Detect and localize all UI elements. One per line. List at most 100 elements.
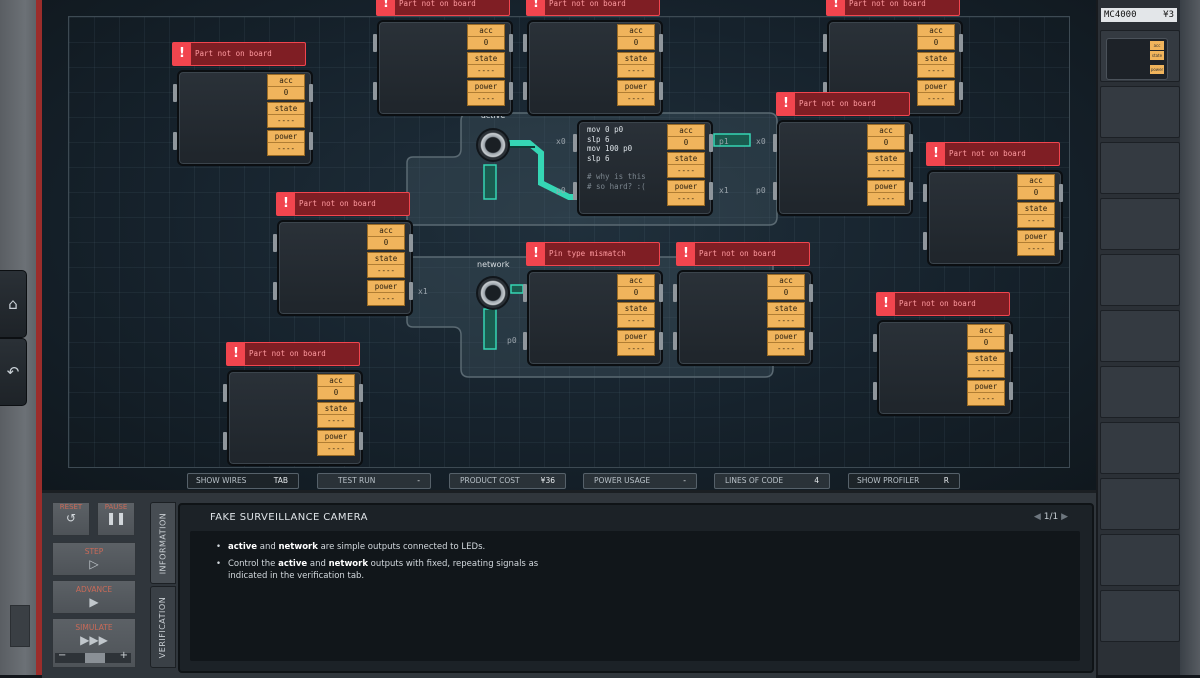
- next-page-icon[interactable]: ▶: [1058, 512, 1068, 522]
- show-profiler-label: SHOW PROFILER: [857, 476, 920, 485]
- mc4000-chip[interactable]: acc 0 state ---- power ----: [923, 170, 1063, 266]
- register-power-value: ----: [1026, 244, 1046, 253]
- parts-slot[interactable]: [1100, 590, 1180, 642]
- pin-label-x0: x0: [556, 137, 566, 146]
- back-button[interactable]: ↶: [0, 338, 27, 406]
- pause-label: PAUSE: [104, 503, 128, 511]
- product-cost-label: PRODUCT COST: [460, 476, 520, 485]
- mc4000-chip[interactable]: acc 0 state ---- power ----: [773, 120, 913, 216]
- parts-slot[interactable]: [1100, 142, 1180, 194]
- parts-slot[interactable]: [1100, 366, 1180, 418]
- mc4000-chip[interactable]: acc 0 state ---- power ----: [873, 320, 1013, 416]
- speed-minus[interactable]: −: [58, 650, 66, 661]
- error-icon: !: [527, 243, 545, 265]
- chip-pin: [823, 34, 827, 52]
- register-acc: acc 0: [467, 24, 505, 50]
- register-state: state ----: [617, 52, 655, 78]
- chip-pin: [359, 432, 363, 450]
- error-tooltip: ! Part not on board: [826, 0, 960, 16]
- mc4000-chip[interactable]: acc 0 state ---- power ----: [523, 20, 663, 116]
- register-state-value: ----: [476, 66, 496, 75]
- program-code[interactable]: mov 0 p0 slp 6 mov 100 p0 slp 6 # why is thi…: [587, 125, 646, 191]
- power-usage-value: -: [683, 476, 686, 485]
- mc4000-chip[interactable]: acc 0 state ---- power ----: [673, 270, 813, 366]
- pin-label-p0-network: p0: [507, 336, 517, 345]
- prev-page-icon[interactable]: ◀: [1034, 512, 1044, 522]
- register-state-label: state: [668, 153, 704, 165]
- chip-pin: [1059, 232, 1063, 250]
- advance-button[interactable]: ADVANCE ▶: [52, 580, 136, 614]
- parts-slot[interactable]: [1100, 478, 1180, 530]
- tab-verification[interactable]: VERIFICATION: [150, 586, 176, 668]
- mini-reg-power: power: [1150, 65, 1164, 74]
- chip-pin: [909, 134, 913, 152]
- register-state-value: ----: [676, 166, 696, 175]
- chip-pin: [659, 34, 663, 52]
- parts-slot[interactable]: [1100, 198, 1180, 250]
- error-tooltip: ! Part not on board: [276, 192, 410, 216]
- register-acc-label: acc: [618, 275, 654, 287]
- register-state: state ----: [617, 302, 655, 328]
- chip-pin: [909, 182, 913, 200]
- mc4000-name: MC4000: [1104, 10, 1137, 20]
- register-acc: acc 0: [667, 124, 705, 150]
- mc4000-chip[interactable]: acc 0 state ---- power ----: [373, 20, 513, 116]
- mc4000-chip[interactable]: acc 0 state ---- power ----: [223, 370, 363, 466]
- register-state-value: ----: [326, 416, 346, 425]
- register-power: power ----: [617, 330, 655, 356]
- register-power-label: power: [618, 331, 654, 343]
- mc4000-part[interactable]: acc state power: [1106, 38, 1168, 80]
- mc4000-chip[interactable]: acc 0 state ---- power ----: [173, 70, 313, 166]
- parts-slot[interactable]: [1100, 86, 1180, 138]
- active-led[interactable]: [476, 128, 510, 162]
- register-power-value: ----: [776, 344, 796, 353]
- register-acc-label: acc: [868, 125, 904, 137]
- error-text: Pin type mismatch: [549, 249, 626, 258]
- parts-slot[interactable]: [1100, 534, 1180, 586]
- error-tooltip: ! Pin type mismatch: [526, 242, 660, 266]
- register-state-value: ----: [626, 316, 646, 325]
- advance-label: ADVANCE: [75, 585, 113, 594]
- chip-pin: [223, 384, 227, 402]
- mc4000-chip[interactable]: acc 0 state ---- power ----: [523, 270, 663, 366]
- register-state: state ----: [267, 102, 305, 128]
- chip-pin: [773, 182, 777, 200]
- reset-button[interactable]: RESET ↺: [52, 502, 90, 536]
- chip-pin: [509, 34, 513, 52]
- network-led[interactable]: [476, 276, 510, 310]
- lines-of-code-label: LINES OF CODE: [725, 476, 784, 485]
- error-text: Part not on board: [899, 299, 976, 308]
- speed-plus[interactable]: +: [120, 650, 128, 661]
- error-icon: !: [173, 43, 191, 65]
- chip-pin: [659, 332, 663, 350]
- chip-pin: [809, 284, 813, 302]
- code-line: slp 6: [587, 153, 610, 163]
- advance-icon: ▶: [89, 595, 99, 609]
- product-cost-value: ¥36: [540, 476, 555, 485]
- error-tooltip: ! Part not on board: [226, 342, 360, 366]
- speed-slider[interactable]: − +: [55, 650, 131, 663]
- show-wires-button[interactable]: SHOW WIRES TAB: [187, 473, 299, 489]
- show-profiler-button[interactable]: SHOW PROFILER R: [848, 473, 960, 489]
- mc4000-chip[interactable]: acc 0 state ---- power ----: [273, 220, 413, 316]
- speed-slider-handle[interactable]: [85, 653, 105, 663]
- step-button[interactable]: STEP ▷: [52, 542, 136, 576]
- chip-pin: [923, 184, 927, 202]
- chip-pin: [573, 134, 577, 152]
- home-button[interactable]: ⌂: [0, 270, 27, 338]
- error-tooltip: ! Part not on board: [776, 92, 910, 116]
- register-acc: acc 0: [867, 124, 905, 150]
- register-state-value: ----: [776, 316, 796, 325]
- home-icon: ⌂: [8, 295, 18, 313]
- tab-information[interactable]: INFORMATION: [150, 502, 176, 584]
- simulate-button[interactable]: SIMULATE ▶▶▶ − +: [52, 618, 136, 668]
- parts-slot[interactable]: [1100, 310, 1180, 362]
- register-acc-label: acc: [768, 275, 804, 287]
- parts-slot[interactable]: [1100, 254, 1180, 306]
- pause-button[interactable]: PAUSE ❚❚: [97, 502, 135, 536]
- mc4000-chip[interactable]: acc 0 state ---- power ---- mov 0 p0 slp 6 mov 1…: [573, 120, 713, 216]
- mini-reg-state: state: [1150, 51, 1164, 60]
- register-power-label: power: [268, 131, 304, 143]
- parts-slot[interactable]: [1100, 422, 1180, 474]
- register-acc: acc 0: [767, 274, 805, 300]
